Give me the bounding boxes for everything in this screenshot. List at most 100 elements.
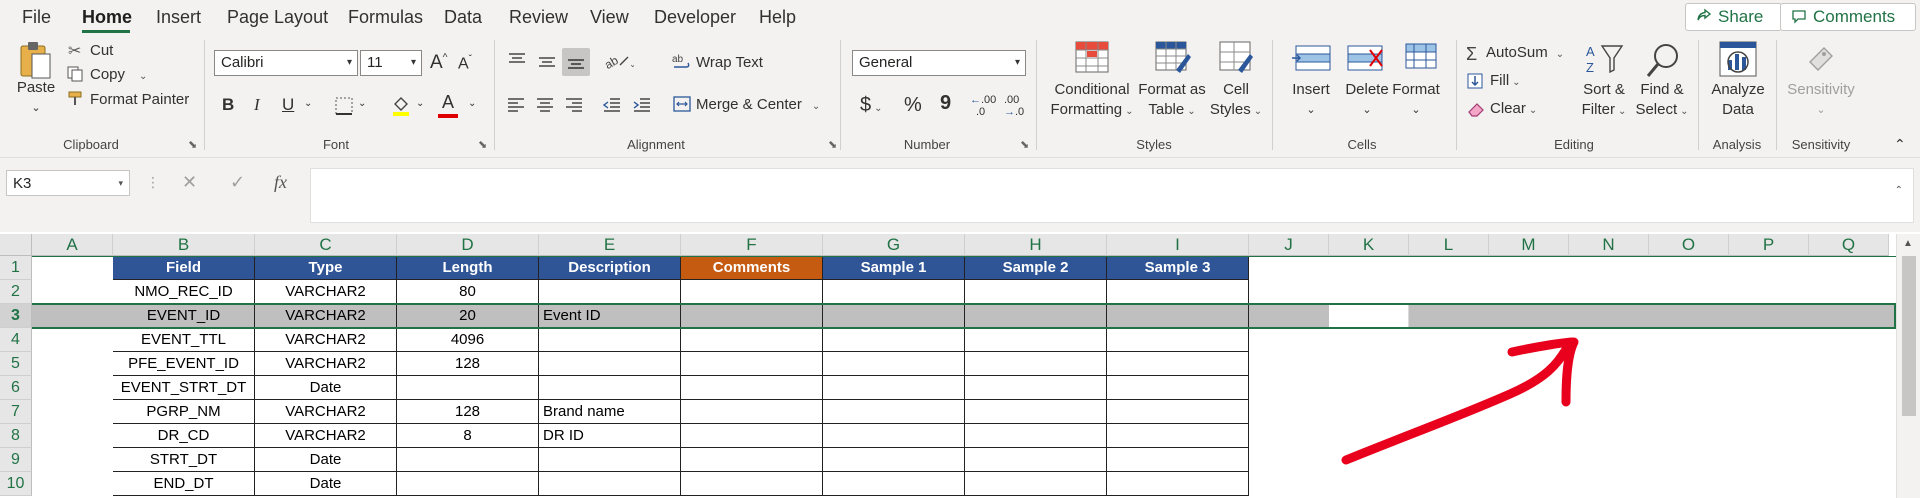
- align-center-icon[interactable]: [535, 96, 555, 119]
- type-cell[interactable]: Date: [255, 376, 397, 400]
- header-cell-field[interactable]: Field: [113, 256, 255, 280]
- header-cell-description[interactable]: Description: [539, 256, 681, 280]
- empty-table-cell[interactable]: [681, 424, 823, 448]
- column-header-a[interactable]: A: [32, 234, 113, 256]
- empty-table-cell[interactable]: [965, 352, 1107, 376]
- scrollbar-thumb[interactable]: [1902, 256, 1916, 416]
- description-cell[interactable]: [539, 376, 681, 400]
- empty-table-cell[interactable]: [681, 280, 823, 304]
- active-cell[interactable]: [1329, 304, 1409, 328]
- empty-table-cell[interactable]: [681, 352, 823, 376]
- type-cell[interactable]: VARCHAR2: [255, 280, 397, 304]
- copy-button[interactable]: Copy ⌄: [90, 66, 147, 83]
- name-box[interactable]: K3 ▾: [6, 170, 130, 196]
- column-header-o[interactable]: O: [1649, 234, 1729, 256]
- enter-icon[interactable]: ✓: [230, 172, 245, 193]
- empty-table-cell[interactable]: [965, 424, 1107, 448]
- length-cell[interactable]: 8: [397, 424, 539, 448]
- comments-button[interactable]: Comments: [1780, 3, 1916, 31]
- vertical-scrollbar[interactable]: ▲: [1896, 234, 1920, 498]
- align-middle-icon[interactable]: [537, 54, 557, 77]
- header-cell-length[interactable]: Length: [397, 256, 539, 280]
- select-all-corner[interactable]: [0, 234, 32, 256]
- cut-button[interactable]: Cut: [90, 42, 113, 59]
- expand-formula-icon[interactable]: ⌃: [1895, 185, 1903, 196]
- orientation-icon[interactable]: ab ⌄: [602, 51, 636, 76]
- row-header-6[interactable]: 6: [0, 376, 32, 400]
- column-header-n[interactable]: N: [1569, 234, 1649, 256]
- percent-button[interactable]: %: [904, 94, 922, 117]
- insert-function-icon[interactable]: fx: [274, 172, 287, 193]
- empty-table-cell[interactable]: [965, 400, 1107, 424]
- cancel-icon[interactable]: ✕: [182, 172, 197, 193]
- share-button[interactable]: Share: [1685, 3, 1782, 31]
- header-cell-sample-1[interactable]: Sample 1: [823, 256, 965, 280]
- italic-button[interactable]: I: [254, 95, 260, 115]
- collapse-ribbon-icon[interactable]: ⌃: [1894, 136, 1906, 153]
- column-header-d[interactable]: D: [397, 234, 539, 256]
- formula-input[interactable]: ⌃: [310, 168, 1914, 223]
- empty-table-cell[interactable]: [965, 376, 1107, 400]
- tab-review[interactable]: Review: [509, 7, 568, 28]
- delete-cells-button[interactable]: Delete ⌄: [1338, 40, 1396, 134]
- row-header-5[interactable]: 5: [0, 352, 32, 376]
- empty-table-cell[interactable]: [823, 400, 965, 424]
- clear-button[interactable]: Clear ⌄: [1490, 100, 1537, 117]
- empty-table-cell[interactable]: [681, 472, 823, 496]
- description-cell[interactable]: DR ID: [539, 424, 681, 448]
- sort-filter-button[interactable]: A Z Sort & Filter ⌄: [1578, 40, 1630, 134]
- borders-icon[interactable]: [334, 96, 354, 121]
- decrease-decimal-button[interactable]: .00 →.0: [1004, 94, 1024, 118]
- fill-color-chevron-icon[interactable]: ⌄: [416, 98, 424, 109]
- fill-button[interactable]: Fill ⌄: [1490, 72, 1521, 89]
- type-cell[interactable]: VARCHAR2: [255, 352, 397, 376]
- row-header-10[interactable]: 10: [0, 472, 32, 496]
- align-left-icon[interactable]: [506, 96, 526, 119]
- empty-table-cell[interactable]: [965, 448, 1107, 472]
- type-cell[interactable]: VARCHAR2: [255, 424, 397, 448]
- header-cell-sample-3[interactable]: Sample 3: [1107, 256, 1249, 280]
- empty-table-cell[interactable]: [1107, 472, 1249, 496]
- header-cell-comments[interactable]: Comments: [681, 256, 823, 280]
- tab-insert[interactable]: Insert: [156, 7, 201, 28]
- column-header-e[interactable]: E: [539, 234, 681, 256]
- find-select-button[interactable]: Find & Select ⌄: [1632, 40, 1690, 134]
- empty-table-cell[interactable]: [965, 472, 1107, 496]
- empty-table-cell[interactable]: [681, 400, 823, 424]
- paste-button[interactable]: Paste ⌄: [14, 40, 58, 130]
- field-cell[interactable]: EVENT_TTL: [113, 328, 255, 352]
- increase-decimal-button[interactable]: ←.00.0: [970, 94, 996, 118]
- type-cell[interactable]: Date: [255, 472, 397, 496]
- insert-cells-button[interactable]: Insert ⌄: [1284, 40, 1338, 134]
- empty-table-cell[interactable]: [681, 328, 823, 352]
- empty-table-cell[interactable]: [681, 376, 823, 400]
- fill-color-icon[interactable]: [390, 94, 412, 121]
- align-right-icon[interactable]: [564, 96, 584, 119]
- length-cell[interactable]: 128: [397, 400, 539, 424]
- length-cell[interactable]: [397, 376, 539, 400]
- row-header-3[interactable]: 3: [0, 304, 32, 328]
- empty-table-cell[interactable]: [1107, 280, 1249, 304]
- empty-table-cell[interactable]: [823, 304, 965, 328]
- comma-button[interactable]: 9: [940, 92, 951, 115]
- length-cell[interactable]: 128: [397, 352, 539, 376]
- font-launcher-icon[interactable]: ⬊: [478, 138, 487, 151]
- empty-table-cell[interactable]: [965, 328, 1107, 352]
- column-header-l[interactable]: L: [1409, 234, 1489, 256]
- empty-table-cell[interactable]: [823, 448, 965, 472]
- decrease-indent-icon[interactable]: [602, 96, 622, 119]
- font-color-button[interactable]: A: [442, 92, 454, 113]
- grow-font-button[interactable]: A^: [430, 52, 447, 74]
- length-cell[interactable]: 4096: [397, 328, 539, 352]
- format-cells-button[interactable]: Format ⌄: [1392, 40, 1450, 134]
- type-cell[interactable]: VARCHAR2: [255, 304, 397, 328]
- clipboard-launcher-icon[interactable]: ⬊: [188, 138, 197, 151]
- field-cell[interactable]: DR_CD: [113, 424, 255, 448]
- empty-table-cell[interactable]: [965, 280, 1107, 304]
- conditional-formatting-button[interactable]: Conditional Formatting ⌄: [1044, 40, 1140, 134]
- field-cell[interactable]: STRT_DT: [113, 448, 255, 472]
- wrap-text-button[interactable]: Wrap Text: [696, 54, 763, 71]
- length-cell[interactable]: 80: [397, 280, 539, 304]
- row-header-9[interactable]: 9: [0, 448, 32, 472]
- tab-help[interactable]: Help: [759, 7, 796, 28]
